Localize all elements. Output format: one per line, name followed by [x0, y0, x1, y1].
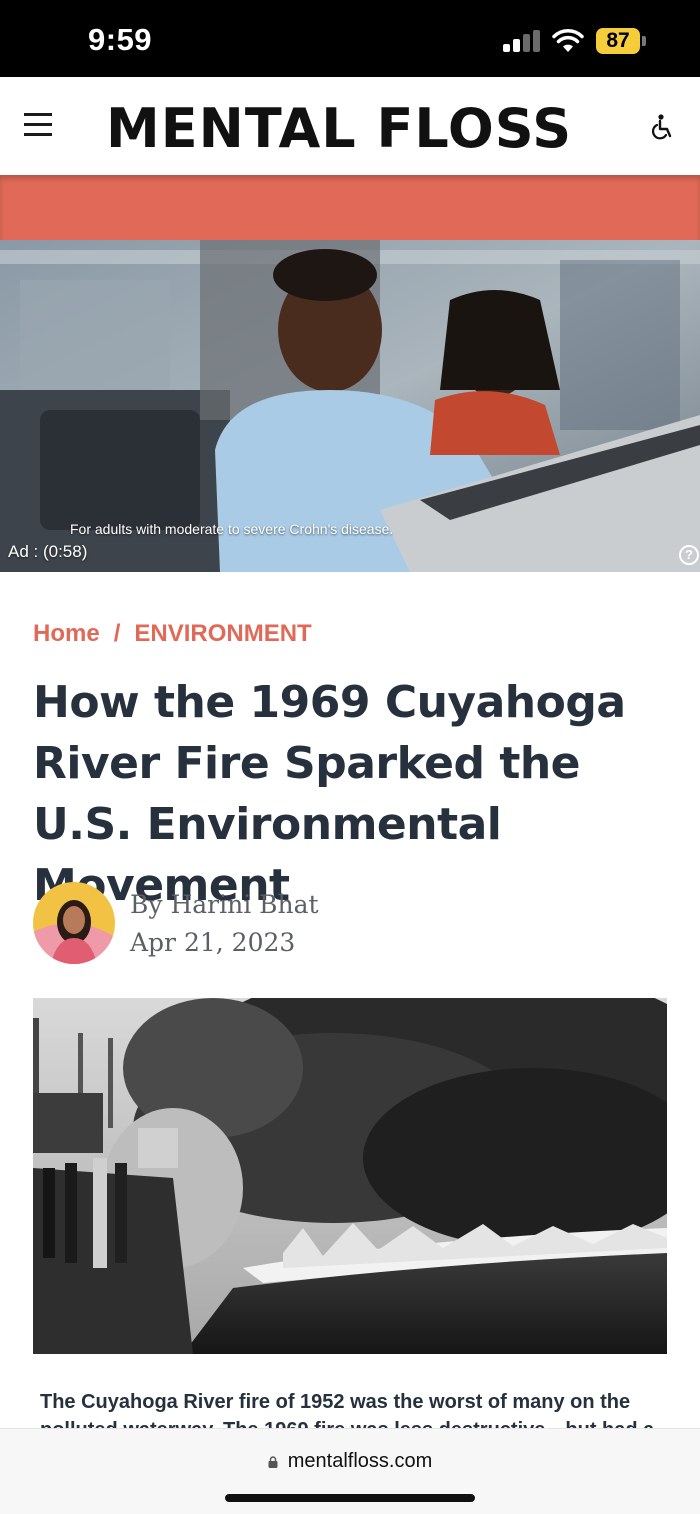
- breadcrumb: Home / ENVIRONMENT: [33, 620, 312, 648]
- author-byline: By Harini Bhat Apr 21, 2023: [33, 882, 673, 966]
- article-date: Apr 21, 2023: [130, 928, 296, 957]
- home-indicator[interactable]: [225, 1494, 475, 1502]
- url-text: mentalfloss.com: [287, 1450, 433, 1472]
- status-time: 9:59: [88, 22, 153, 57]
- breadcrumb-home-link[interactable]: Home: [33, 620, 100, 647]
- wifi-icon: [552, 29, 584, 52]
- hamburger-menu-icon[interactable]: [24, 111, 52, 137]
- ad-help-icon[interactable]: ?: [679, 545, 699, 565]
- breadcrumb-category-link[interactable]: ENVIRONMENT: [134, 620, 311, 647]
- author-name[interactable]: By Harini Bhat: [130, 890, 319, 919]
- lock-icon: [268, 1456, 278, 1468]
- article-title: How the 1969 Cuyahoga River Fire Sparked…: [33, 677, 626, 911]
- ad-timer: Ad : (0:58): [8, 542, 88, 561]
- battery-level: 87: [596, 28, 640, 54]
- video-ad[interactable]: For adults with moderate to severe Crohn…: [0, 240, 700, 572]
- ad-banner[interactable]: [0, 175, 700, 240]
- cellular-signal-icon: [503, 30, 541, 52]
- battery-icon: 87: [596, 28, 646, 54]
- article-hero-image: [33, 998, 667, 1354]
- wheelchair-accessibility-icon[interactable]: [648, 113, 676, 141]
- browser-url-bar[interactable]: mentalfloss.com: [0, 1428, 700, 1514]
- site-logo[interactable]: MENTAL FLOSS: [106, 97, 572, 160]
- url-display[interactable]: mentalfloss.com: [0, 1450, 700, 1473]
- author-avatar[interactable]: [33, 882, 115, 964]
- status-bar: 9:59 87: [0, 0, 700, 77]
- site-header: MENTAL FLOSS: [0, 77, 700, 175]
- breadcrumb-separator: /: [113, 620, 121, 647]
- ad-caption: For adults with moderate to severe Crohn…: [70, 521, 394, 537]
